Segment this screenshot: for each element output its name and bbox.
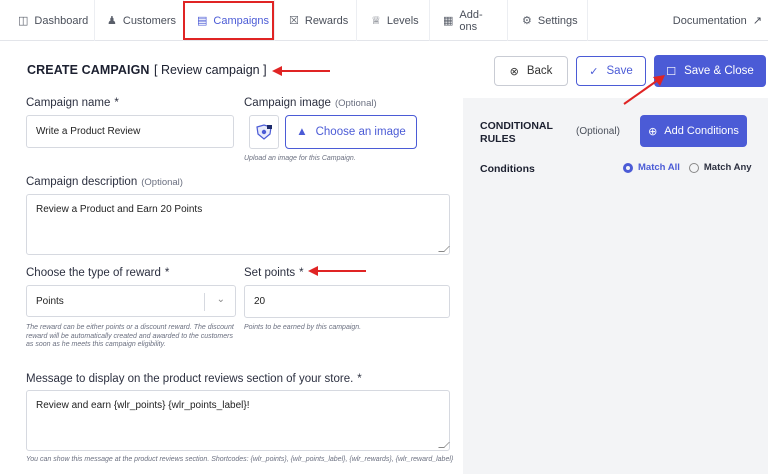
arrow-save-close [623,75,665,105]
annotation-arrows [272,66,665,276]
arrow-title [272,66,330,76]
arrow-set-points [308,266,366,276]
